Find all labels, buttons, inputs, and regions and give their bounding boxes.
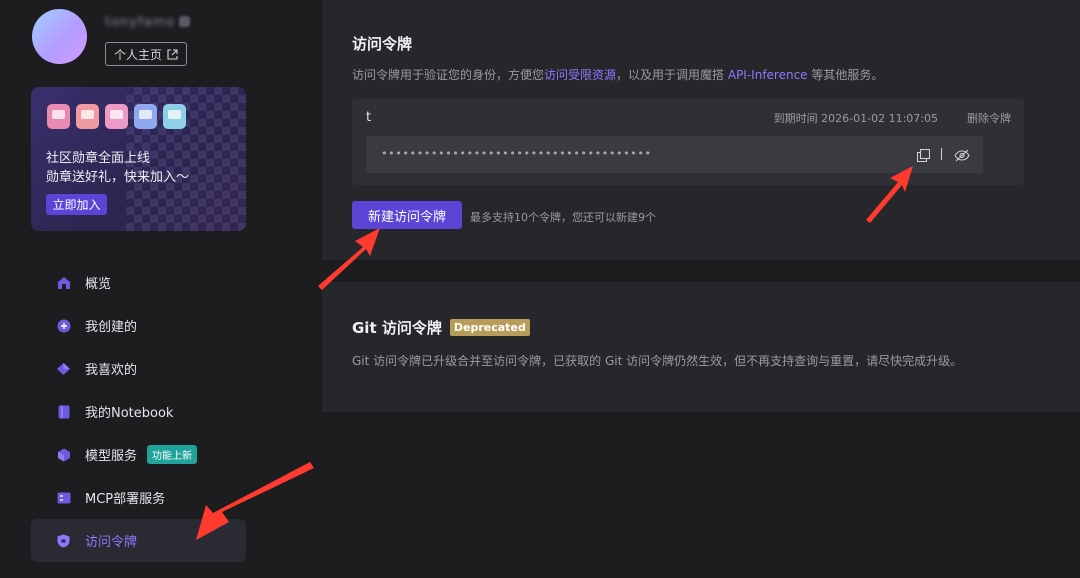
token-card: t 到期时间 2026-01-02 11:07:05 删除令牌 ••••••••… <box>352 99 1024 185</box>
sidebar-item-mcp[interactable]: MCP部署服务 <box>31 476 246 519</box>
avatar[interactable] <box>32 9 87 64</box>
sidebar-item-notebook[interactable]: 我的Notebook <box>31 390 246 433</box>
sidebar-item-label: 我创建的 <box>85 320 138 335</box>
plus-circle-icon <box>56 318 71 333</box>
diamond-icon <box>56 361 71 376</box>
divider <box>941 148 942 160</box>
user-badge-icon <box>179 16 190 27</box>
sidebar-item-overview[interactable]: 概览 <box>31 261 246 304</box>
server-icon <box>56 490 71 505</box>
medal-icon <box>163 104 186 129</box>
username: tonyfamo <box>105 15 176 30</box>
sidebar-item-label: 模型服务 <box>85 449 138 464</box>
token-value-field: •••••••••••••••••••••••••••••••••••••• <box>366 136 983 173</box>
join-now-button[interactable]: 立即加入 <box>46 194 107 215</box>
sidebar-item-access-token[interactable]: 访问令牌 <box>31 519 246 562</box>
access-token-section: 访问令牌 访问令牌用于验证您的身份，方便您访问受限资源，以及用于调用魔搭 API… <box>322 0 1080 260</box>
create-token-button[interactable]: 新建访问令牌 <box>352 201 462 229</box>
home-icon <box>56 275 71 290</box>
sidebar-item-label: MCP部署服务 <box>85 492 166 507</box>
homepage-label: 个人主页 <box>113 47 162 62</box>
sidebar: tonyfamo 个人主页 社区勋章全面上线 勋章送好礼，快来加入～ 立即加入 … <box>0 0 320 578</box>
shield-icon <box>56 533 71 548</box>
token-name: t <box>366 110 372 125</box>
api-inference-link[interactable]: API-Inference <box>728 68 808 82</box>
token-limit-note: 最多支持10个令牌，您还可以新建9个 <box>470 211 656 224</box>
promo-headline: 社区勋章全面上线 <box>46 151 151 166</box>
token-masked-value: •••••••••••••••••••••••••••••••••••••• <box>381 147 652 160</box>
delete-token-link[interactable]: 删除令牌 <box>967 110 1011 126</box>
medal-icon <box>76 104 99 129</box>
eye-off-icon[interactable] <box>954 147 970 166</box>
desc-text: 等其他服务。 <box>807 68 884 82</box>
sidebar-item-label: 我喜欢的 <box>85 363 138 378</box>
homepage-button[interactable]: 个人主页 <box>105 42 187 66</box>
sidebar-nav: 概览 我创建的 我喜欢的 我的Notebook 模型服务 功能上新 MCP部署服… <box>31 261 246 562</box>
git-token-title: Git 访问令牌 <box>352 319 442 337</box>
page-title: 访问令牌 <box>352 35 413 53</box>
badge-icons <box>47 104 186 129</box>
sidebar-item-created[interactable]: 我创建的 <box>31 304 246 347</box>
medal-icon <box>105 104 128 129</box>
sidebar-item-label: 我的Notebook <box>85 406 174 421</box>
desc-text: ，以及用于调用魔搭 <box>616 68 728 82</box>
medal-icon <box>47 104 70 129</box>
restricted-resources-link[interactable]: 访问受限资源 <box>544 68 616 82</box>
sidebar-item-model-service[interactable]: 模型服务 功能上新 <box>31 433 246 476</box>
sidebar-item-label: 概览 <box>85 277 112 292</box>
promo-subline: 勋章送好礼，快来加入～ <box>46 170 190 185</box>
copy-icon[interactable] <box>916 147 931 166</box>
notebook-icon <box>56 404 71 419</box>
desc-text: 访问令牌用于验证您的身份，方便您 <box>352 68 545 82</box>
badge-promo-banner: 社区勋章全面上线 勋章送好礼，快来加入～ 立即加入 <box>31 87 246 231</box>
medal-icon <box>134 104 157 129</box>
token-expiry: 到期时间 2026-01-02 11:07:05 <box>773 112 938 125</box>
git-token-description: Git 访问令牌已升级合并至访问令牌，已获取的 Git 访问令牌仍然生效，但不再… <box>352 354 963 368</box>
git-token-section: Git 访问令牌 Deprecated Git 访问令牌已升级合并至访问令牌，已… <box>322 282 1080 412</box>
new-feature-tag: 功能上新 <box>147 445 198 464</box>
git-token-title-row: Git 访问令牌 Deprecated <box>352 317 530 338</box>
access-token-description: 访问令牌用于验证您的身份，方便您访问受限资源，以及用于调用魔搭 API-Infe… <box>352 66 883 83</box>
external-link-icon <box>167 48 178 60</box>
deprecated-badge: Deprecated <box>449 319 530 336</box>
cube-icon <box>56 447 71 462</box>
sidebar-item-liked[interactable]: 我喜欢的 <box>31 347 246 390</box>
sidebar-item-label: 访问令牌 <box>85 535 138 550</box>
